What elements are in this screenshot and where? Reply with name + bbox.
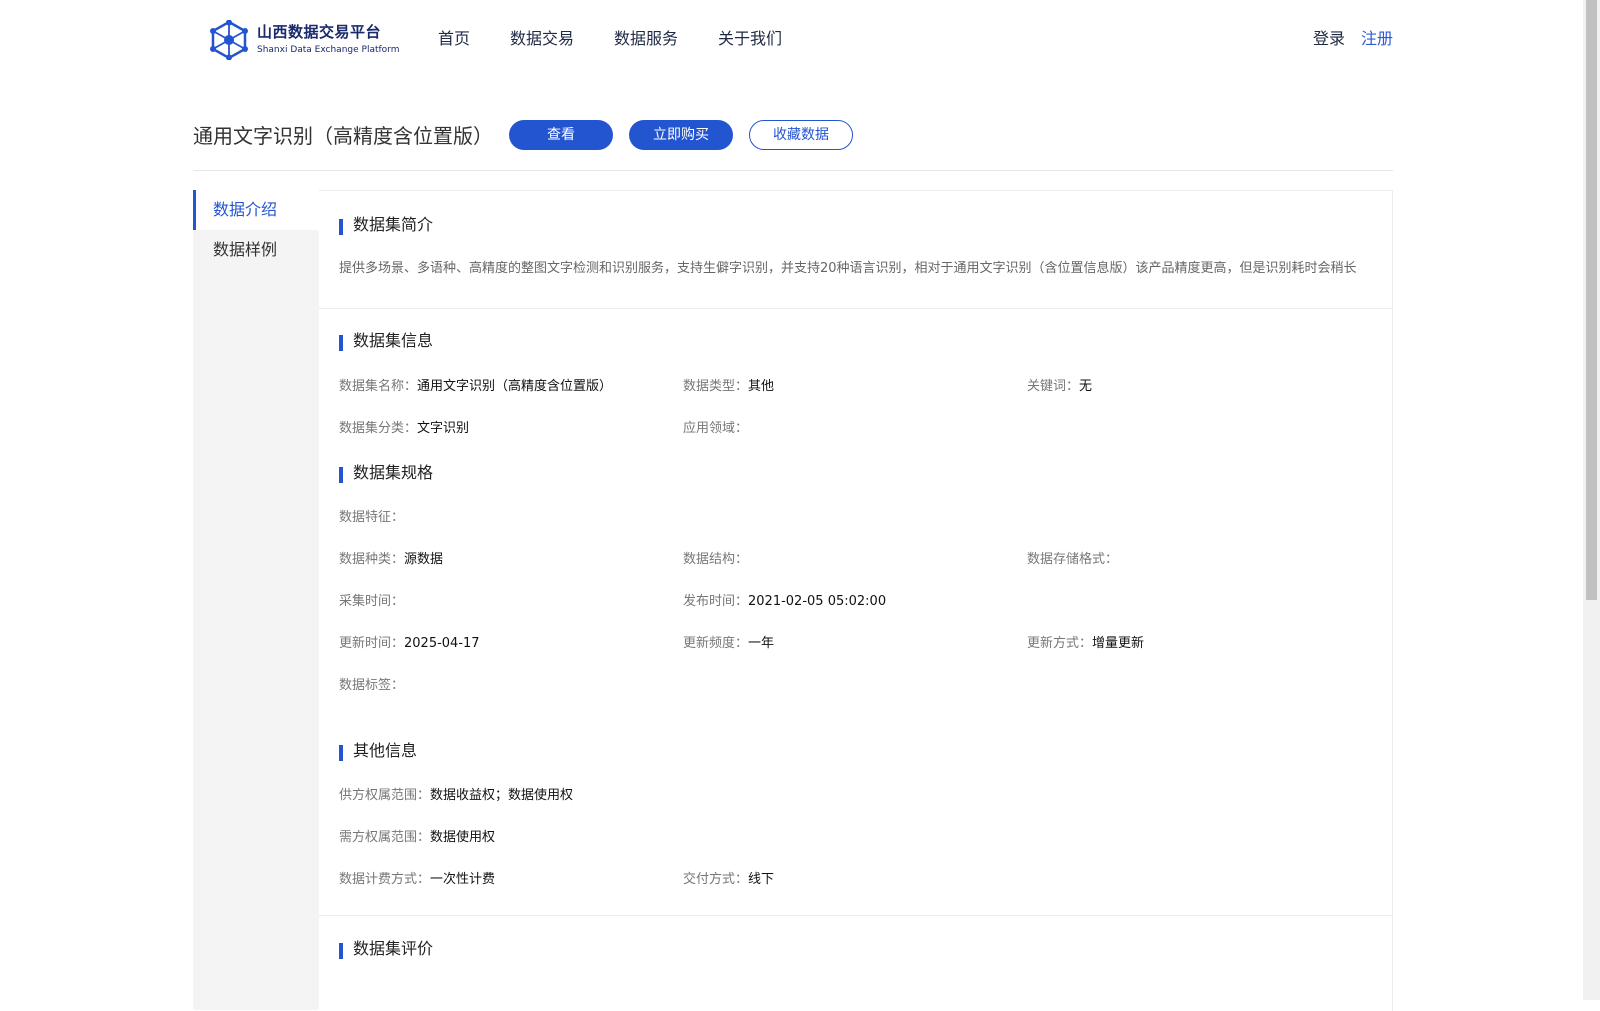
view-button[interactable]: 查看 — [509, 120, 613, 150]
field-value: 一次性计费 — [430, 872, 496, 887]
field-value: 线下 — [748, 872, 775, 887]
field-update-mode: 更新方式：增量更新 — [1027, 634, 1144, 654]
title-bar: 通用文字识别（高精度含位置版） 查看 立即购买 收藏数据 — [193, 118, 1393, 171]
sidebar: 数据介绍 数据样例 — [193, 190, 319, 1010]
sidebar-item-data-intro[interactable]: 数据介绍 — [193, 190, 319, 230]
register-link[interactable]: 注册 — [1361, 28, 1393, 50]
divider — [319, 308, 1392, 309]
field-data-tags: 数据标签： — [339, 676, 404, 696]
auth-links: 登录 注册 — [1313, 28, 1393, 50]
divider — [319, 915, 1392, 916]
field-update-frequency: 更新频度：一年 — [683, 634, 774, 654]
field-data-feature: 数据特征： — [339, 508, 404, 528]
sidebar-item-data-sample[interactable]: 数据样例 — [193, 230, 319, 270]
section-title-review: 数据集评价 — [339, 938, 433, 960]
field-value: 其他 — [748, 379, 775, 394]
field-value: 一年 — [748, 636, 775, 651]
field-label: 关键词： — [1027, 379, 1080, 394]
field-delivery-method: 交付方式：线下 — [683, 870, 774, 890]
field-data-type: 数据类型：其他 — [683, 377, 774, 397]
favorite-button[interactable]: 收藏数据 — [749, 120, 853, 150]
field-value: 数据使用权 — [430, 830, 496, 845]
field-label: 数据集名称： — [339, 379, 418, 394]
field-value: 源数据 — [404, 552, 444, 567]
field-publish-time: 发布时间：2021-02-05 05:02:00 — [683, 592, 886, 612]
field-category: 数据集分类：文字识别 — [339, 419, 469, 439]
field-label: 数据集分类： — [339, 421, 418, 436]
field-label: 应用领域： — [683, 421, 749, 436]
site-logo[interactable]: 山西数据交易平台 Shanxi Data Exchange Platform — [209, 20, 399, 60]
field-keywords: 关键词：无 — [1027, 377, 1092, 397]
field-label: 数据类型： — [683, 379, 749, 394]
page-title: 通用文字识别（高精度含位置版） — [193, 124, 493, 148]
page-scrollbar[interactable] — [1583, 0, 1600, 1000]
field-label: 发布时间： — [683, 594, 749, 609]
field-supplier-rights: 供方权属范围：数据收益权；数据使用权 — [339, 786, 573, 806]
hexagon-network-icon — [210, 20, 248, 60]
nav-home[interactable]: 首页 — [438, 28, 470, 50]
field-label: 供方权属范围： — [339, 788, 431, 803]
logo-title: 山西数据交易平台 — [257, 23, 382, 41]
field-label: 数据特征： — [339, 510, 405, 525]
field-value: 增量更新 — [1092, 636, 1145, 651]
buy-now-button[interactable]: 立即购买 — [629, 120, 733, 150]
nav-data-trade[interactable]: 数据交易 — [510, 28, 574, 50]
intro-text: 提供多场景、多语种、高精度的整图文字检测和识别服务，支持生僻字识别，并支持20种… — [339, 261, 1357, 276]
section-title-spec: 数据集规格 — [339, 462, 433, 484]
field-label: 交付方式： — [683, 872, 749, 887]
field-storage-format: 数据存储格式： — [1027, 550, 1118, 570]
field-label: 更新方式： — [1027, 636, 1093, 651]
field-data-kind: 数据种类：源数据 — [339, 550, 443, 570]
field-application-domain: 应用领域： — [683, 419, 748, 439]
field-value: 无 — [1079, 379, 1093, 394]
field-value: 2021-02-05 05:02:00 — [748, 594, 887, 609]
scrollbar-thumb[interactable] — [1586, 0, 1597, 600]
main-content: 数据集简介 提供多场景、多语种、高精度的整图文字检测和识别服务，支持生僻字识别，… — [319, 190, 1393, 1011]
field-update-time: 更新时间：2025-04-17 — [339, 634, 480, 654]
nav-about-us[interactable]: 关于我们 — [718, 28, 782, 50]
field-collect-time: 采集时间： — [339, 592, 404, 612]
field-demander-rights: 需方权属范围：数据使用权 — [339, 828, 495, 848]
field-label: 数据种类： — [339, 552, 405, 567]
login-link[interactable]: 登录 — [1313, 28, 1345, 50]
field-data-structure: 数据结构： — [683, 550, 748, 570]
field-value: 2025-04-17 — [404, 636, 480, 651]
nav-data-service[interactable]: 数据服务 — [614, 28, 678, 50]
field-value: 文字识别 — [417, 421, 470, 436]
field-billing-method: 数据计费方式：一次性计费 — [339, 870, 495, 890]
main-nav: 首页 数据交易 数据服务 关于我们 — [438, 28, 822, 50]
field-value: 通用文字识别（高精度含位置版） — [417, 379, 613, 394]
field-label: 数据标签： — [339, 678, 405, 693]
field-label: 数据结构： — [683, 552, 749, 567]
section-title-other: 其他信息 — [339, 740, 417, 762]
field-dataset-name: 数据集名称：通用文字识别（高精度含位置版） — [339, 377, 612, 397]
field-label: 更新时间： — [339, 636, 405, 651]
field-label: 采集时间： — [339, 594, 405, 609]
section-title-intro: 数据集简介 — [339, 214, 433, 236]
field-label: 更新频度： — [683, 636, 749, 651]
field-label: 数据存储格式： — [1027, 552, 1119, 567]
section-title-info: 数据集信息 — [339, 330, 433, 352]
field-value: 数据收益权；数据使用权 — [430, 788, 574, 803]
field-label: 数据计费方式： — [339, 872, 431, 887]
logo-subtitle: Shanxi Data Exchange Platform — [257, 45, 400, 55]
field-label: 需方权属范围： — [339, 830, 431, 845]
